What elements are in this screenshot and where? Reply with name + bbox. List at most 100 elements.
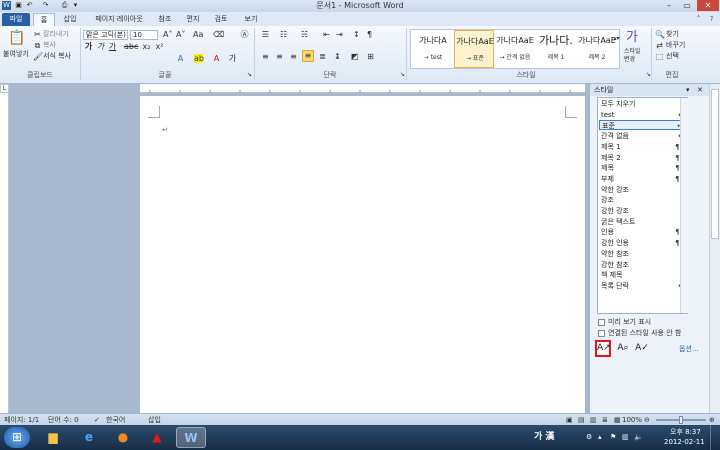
change-case-icon[interactable]: Aa	[193, 30, 203, 39]
paste-button[interactable]: 붙여넣기	[3, 50, 29, 59]
volume-icon[interactable]: 🔈	[634, 433, 643, 442]
style-gallery-item-selected[interactable]: 가나다AaE → 표준	[454, 30, 494, 68]
tab-review[interactable]: 검토	[210, 13, 232, 26]
style-list-item[interactable]: 약한 강조a	[599, 185, 686, 195]
numbering-icon[interactable]: ☷	[279, 30, 288, 39]
phonetic-guide-icon[interactable]: ㅤ	[228, 30, 237, 39]
minimize-ribbon-icon[interactable]: ˄	[694, 15, 703, 24]
style-list-item[interactable]: 약한 참조a	[599, 249, 686, 259]
help-icon[interactable]: ?	[707, 15, 716, 24]
style-list-item[interactable]: test↵	[599, 110, 686, 120]
text-effects-icon[interactable]: A	[176, 54, 185, 63]
justify-icon[interactable]: ≡	[302, 50, 314, 62]
copy-icon[interactable]: ⧉	[33, 41, 42, 50]
show-marks-icon[interactable]: ¶	[365, 30, 374, 39]
style-list-item[interactable]: 강한 강조a	[599, 206, 686, 216]
show-preview-checkbox[interactable]	[598, 319, 605, 326]
format-painter-button[interactable]: 서식 복사	[43, 52, 71, 61]
format-painter-icon[interactable]: 🖌	[33, 52, 43, 61]
align-left-icon[interactable]: ≡	[261, 52, 270, 61]
gallery-scroll-icon[interactable]: ▴▾	[612, 34, 621, 43]
firefox-taskbar-button[interactable]: ●	[108, 427, 138, 448]
shrink-font-icon[interactable]: A˅	[176, 30, 185, 39]
replace-button[interactable]: 바꾸기	[666, 41, 685, 50]
tab-page-layout[interactable]: 페이지 레이아웃	[88, 13, 150, 26]
disable-linked-checkbox[interactable]	[598, 330, 605, 337]
replace-icon[interactable]: ⇄	[655, 41, 664, 50]
highlight-icon[interactable]: ab	[194, 54, 204, 63]
show-desktop-button[interactable]	[710, 425, 720, 450]
start-button[interactable]: ⊞	[4, 427, 30, 448]
style-list-scrollbar[interactable]	[680, 98, 688, 313]
acrobat-taskbar-button[interactable]: ▲	[142, 427, 172, 448]
explorer-taskbar-button[interactable]: ▆	[38, 427, 68, 448]
cut-button[interactable]: 잘라내기	[43, 30, 69, 39]
style-gallery-item[interactable]: 가나다A → test	[413, 30, 453, 68]
decrease-indent-icon[interactable]: ⇤	[322, 30, 331, 39]
tab-view[interactable]: 보기	[240, 13, 262, 26]
vertical-ruler[interactable]	[0, 93, 9, 413]
multilevel-list-icon[interactable]: ☵	[300, 30, 309, 39]
style-list-item[interactable]: 제목 1¶a	[599, 142, 686, 152]
character-shading-icon[interactable]: 가	[228, 54, 237, 63]
tab-file[interactable]: 파일	[2, 13, 30, 26]
style-list-item[interactable]: 제목¶a	[599, 163, 686, 173]
font-size-combo[interactable]: 10	[130, 30, 158, 40]
maximize-button[interactable]: ▭	[679, 0, 695, 11]
style-list-item[interactable]: 책 제목a	[599, 270, 686, 280]
change-styles-icon[interactable]: 가	[624, 30, 640, 45]
select-icon[interactable]: ⬚	[655, 52, 664, 61]
increase-indent-icon[interactable]: ⇥	[335, 30, 344, 39]
style-gallery-item[interactable]: 가나다AaE → 간격 없음	[495, 30, 535, 68]
align-right-icon[interactable]: ≡	[289, 52, 298, 61]
paste-icon[interactable]: 📋	[8, 30, 25, 46]
style-list-item[interactable]: 모두 지우기	[599, 99, 686, 109]
minimize-button[interactable]: –	[661, 0, 677, 11]
clear-formatting-icon[interactable]: ⌫	[213, 30, 224, 39]
horizontal-ruler[interactable]	[140, 84, 585, 93]
distributed-icon[interactable]: ≣	[318, 52, 327, 61]
cut-icon[interactable]: ✂	[33, 30, 42, 39]
scroll-thumb[interactable]	[711, 89, 719, 239]
bullets-icon[interactable]: ☰	[261, 30, 270, 39]
style-list-item[interactable]: 강한 인용¶a	[599, 238, 686, 248]
underline-icon[interactable]: 가	[108, 42, 117, 51]
style-inspector-button[interactable]: A⌕	[616, 342, 630, 355]
grow-font-icon[interactable]: A˄	[163, 30, 172, 39]
pane-close-icon[interactable]: ✕	[697, 86, 703, 94]
tab-mailings[interactable]: 편지	[182, 13, 204, 26]
clock-date[interactable]: 2012-02-11	[664, 438, 705, 447]
italic-icon[interactable]: 가	[96, 42, 105, 51]
sort-icon[interactable]: ↕	[352, 30, 361, 39]
tab-selector[interactable]: L	[0, 84, 9, 93]
tab-references[interactable]: 참조	[154, 13, 176, 26]
tab-home[interactable]: 홈	[33, 13, 55, 26]
style-list-item[interactable]: 부제¶a	[599, 174, 686, 184]
style-gallery-item[interactable]: 가나다. 제목 1	[536, 30, 576, 68]
network-icon[interactable]: ▥	[622, 433, 629, 442]
document-vertical-scrollbar[interactable]	[709, 84, 720, 413]
document-page[interactable]: ↵	[140, 96, 585, 413]
copy-button[interactable]: 복사	[43, 41, 56, 50]
font-dialog-launcher-icon[interactable]: ↘	[245, 70, 254, 79]
flag-icon[interactable]: ⚑	[610, 433, 616, 442]
manage-styles-button[interactable]: A✓	[635, 342, 649, 355]
ime-options-icon[interactable]: ⚙	[586, 433, 592, 442]
new-style-button[interactable]: A↗	[595, 340, 611, 357]
borders-icon[interactable]: ⊞	[366, 52, 375, 61]
pane-dropdown-icon[interactable]: ▾	[686, 86, 690, 94]
style-list-item[interactable]: 목록 단락↵	[599, 281, 686, 291]
ime-indicator[interactable]: 가 漢	[534, 433, 554, 442]
change-styles-button[interactable]: 스타일 변경	[624, 48, 644, 64]
style-list-item[interactable]: 표준↵	[599, 120, 686, 131]
font-name-combo[interactable]: 맑은 고딕(본)	[83, 30, 128, 40]
style-list-item[interactable]: 인용¶a	[599, 227, 686, 237]
line-spacing-icon[interactable]: ↨	[333, 52, 342, 61]
style-list-item[interactable]: 강한 참조a	[599, 260, 686, 270]
enclose-characters-icon[interactable]: Ⓐ	[240, 30, 249, 39]
style-list-item[interactable]: 간격 없음↵	[599, 131, 686, 141]
shading-icon[interactable]: ◩	[350, 52, 359, 61]
ie-taskbar-button[interactable]: e	[74, 427, 104, 448]
tab-insert[interactable]: 삽입	[58, 13, 82, 26]
style-list-item[interactable]: 강조a	[599, 195, 686, 205]
